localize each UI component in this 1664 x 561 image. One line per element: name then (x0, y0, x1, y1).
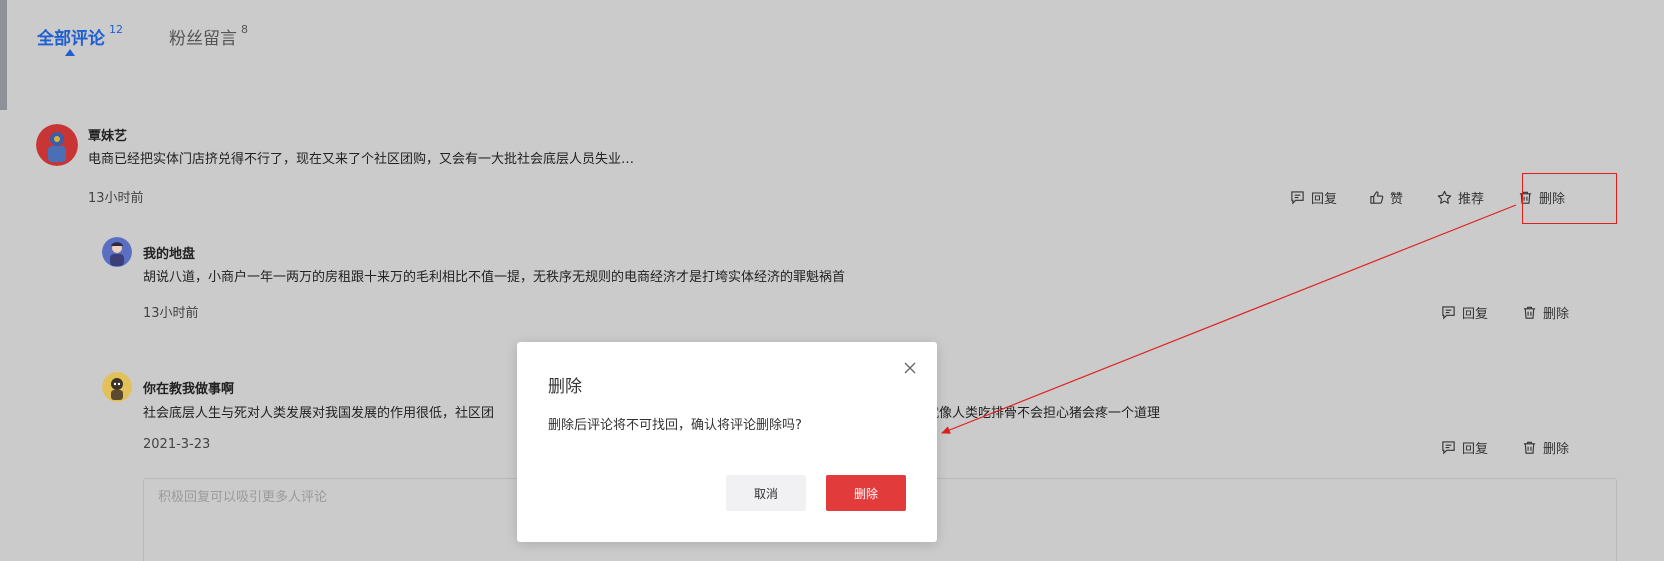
avatar[interactable] (102, 372, 132, 402)
reply-button-label: 回复 (1462, 307, 1489, 322)
comment-time: 2021-3-23 (143, 437, 211, 452)
dialog-close-button[interactable] (902, 360, 918, 376)
comment-author[interactable]: 我的地盘 (143, 243, 195, 262)
annotation-highlight-box (1522, 173, 1617, 224)
close-icon (904, 362, 916, 374)
dialog-title: 删除 (548, 377, 582, 397)
comment-author[interactable]: 覃妹艺 (88, 125, 127, 144)
avatar[interactable] (102, 237, 132, 267)
reply-button[interactable]: 回复 (1441, 438, 1488, 457)
comment-time: 13小时前 (143, 306, 199, 321)
trash-icon (1523, 441, 1536, 454)
delete-button[interactable]: 删除 (1522, 303, 1569, 322)
comment-content: 电商已经把实体门店挤兑得不行了，现在又来了个社区团购，又会有一大批社会底层人员失… (88, 152, 635, 167)
left-edge-bar (0, 0, 7, 110)
confirm-delete-button[interactable]: 删除 (826, 475, 906, 511)
comment-tabs: 全部评论 12 粉丝留言 8 (37, 23, 248, 56)
delete-confirm-dialog: 删除 删除后评论将不可找回，确认将评论删除吗? 取消 删除 (517, 342, 937, 542)
tab-all-comments[interactable]: 全部评论 12 (37, 23, 123, 56)
like-button-label: 赞 (1390, 192, 1404, 207)
reply-button-label: 回复 (1462, 442, 1489, 457)
comment-actions: 回复 删除 (1441, 438, 1569, 457)
tab-all-comments-count: 12 (109, 23, 123, 37)
recommend-button-label: 推荐 (1458, 192, 1485, 207)
dialog-message: 删除后评论将不可找回，确认将评论删除吗? (548, 418, 802, 433)
delete-button-label: 删除 (1543, 442, 1570, 457)
tab-fan-messages-label: 粉丝留言 (169, 29, 237, 49)
comment-icon (1291, 191, 1304, 205)
delete-button[interactable]: 删除 (1522, 438, 1569, 457)
like-button[interactable]: 赞 (1369, 188, 1403, 207)
recommend-button[interactable]: 推荐 (1437, 188, 1484, 207)
comment-time: 13小时前 (88, 191, 144, 206)
comment-icon (1442, 306, 1455, 320)
tab-fan-messages[interactable]: 粉丝留言 8 (169, 23, 248, 49)
avatar[interactable] (36, 124, 78, 166)
comment-icon (1442, 441, 1455, 455)
comment-content-right: 就像人类吃排骨不会担心猪会疼一个道理 (926, 406, 1161, 421)
comment-actions: 回复 删除 (1441, 303, 1569, 322)
delete-button-label: 删除 (1543, 307, 1570, 322)
tab-all-comments-label: 全部评论 (37, 29, 105, 49)
reply-button[interactable]: 回复 (1290, 188, 1337, 207)
cancel-button[interactable]: 取消 (726, 475, 806, 511)
reply-button[interactable]: 回复 (1441, 303, 1488, 322)
active-tab-indicator (65, 49, 75, 56)
comment-content: 社会底层人生与死对人类发展对我国发展的作用很低，社区团 (143, 406, 495, 421)
reply-button-label: 回复 (1311, 192, 1338, 207)
comment-content: 胡说八道，小商户一年一两万的房租跟十来万的毛利相比不值一提，无秩序无规则的电商经… (143, 270, 846, 285)
trash-icon (1523, 306, 1536, 319)
star-icon (1437, 190, 1452, 204)
tab-fan-messages-count: 8 (241, 23, 248, 37)
comment-author[interactable]: 你在教我做事啊 (143, 378, 234, 397)
thumbs-up-icon (1370, 191, 1384, 204)
